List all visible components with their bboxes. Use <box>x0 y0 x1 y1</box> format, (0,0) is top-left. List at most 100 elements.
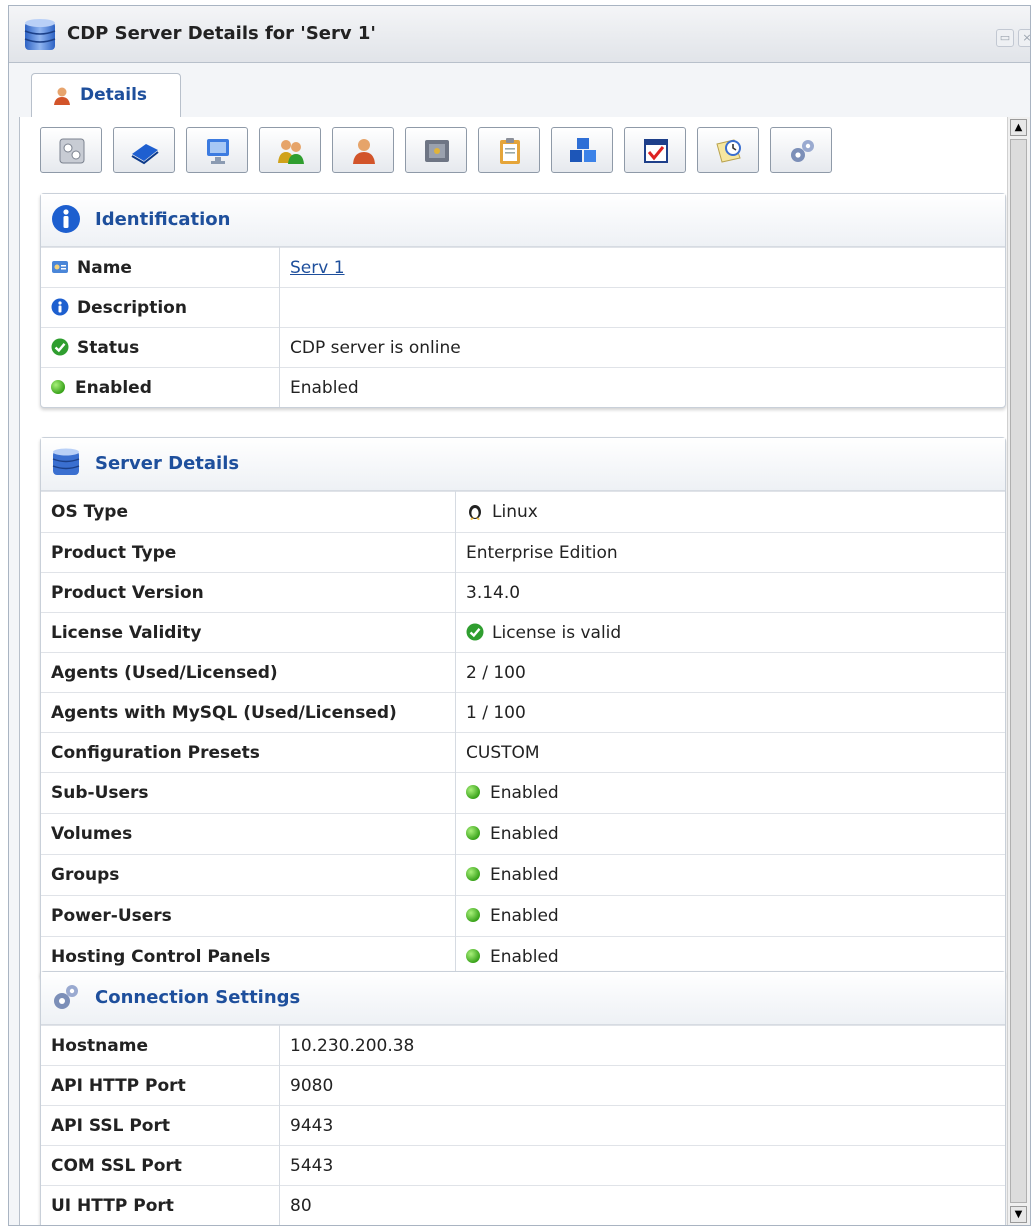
server-detail-value: 2 / 100 <box>455 652 1005 693</box>
monitor-button[interactable] <box>186 127 248 173</box>
server-detail-value: Enabled <box>455 895 1005 937</box>
close-window-button[interactable]: × <box>1018 29 1030 47</box>
table-row: OS Type Linux <box>41 491 1005 533</box>
server-detail-key: Configuration Presets <box>41 732 456 773</box>
identification-panel: Identification Name Serv 1 Description S… <box>40 193 1006 408</box>
connection-settings-header: Connection Settings <box>41 972 1005 1025</box>
scroll-down-button[interactable]: ▼ <box>1010 1206 1027 1223</box>
server-detail-key: License Validity <box>41 612 456 653</box>
server-detail-key: OS Type <box>41 491 456 533</box>
vault-icon <box>425 140 449 162</box>
connection-value: 9080 <box>279 1065 1005 1106</box>
green-dot-icon <box>466 908 480 922</box>
server-detail-value: License is valid <box>455 612 1005 653</box>
table-row: Hostname 10.230.200.38 <box>41 1025 1005 1066</box>
green-dot-icon <box>51 379 65 394</box>
server-detail-value: Linux <box>455 491 1005 533</box>
server-detail-value: Enterprise Edition <box>455 532 1005 573</box>
green-dot-icon <box>466 867 480 881</box>
server-details-table: OS Type Linux Product Type Enterprise Editi… <box>41 491 1005 977</box>
book-button[interactable] <box>113 127 175 173</box>
id-card-icon <box>52 260 68 273</box>
table-row: Volumes Enabled <box>41 813 1005 855</box>
green-dot-icon <box>466 826 480 840</box>
server-details-header: Server Details <box>41 438 1005 491</box>
table-row: Agents (Used/Licensed) 2 / 100 <box>41 652 1005 693</box>
vault-button[interactable] <box>405 127 467 173</box>
green-dot-icon <box>466 785 480 799</box>
window-title: CDP Server Details for 'Serv 1' <box>67 23 376 44</box>
server-name-link[interactable]: Serv 1 <box>290 258 345 278</box>
gears-icon <box>791 140 814 162</box>
blocks-button[interactable] <box>551 127 613 173</box>
table-row: Sub-Users Enabled <box>41 772 1005 814</box>
connection-key: COM SSL Port <box>41 1145 280 1186</box>
name-value: Serv 1 <box>279 247 1005 288</box>
table-row: Status CDP server is online <box>41 327 1005 368</box>
identification-header: Identification <box>41 194 1005 247</box>
users-button[interactable] <box>259 127 321 173</box>
gears-button[interactable] <box>770 127 832 173</box>
server-detail-value: CUSTOM <box>455 732 1005 773</box>
server-detail-value: 1 / 100 <box>455 692 1005 733</box>
server-detail-key: Product Version <box>41 572 456 613</box>
table-row: Power-Users Enabled <box>41 895 1005 937</box>
schedule-icon <box>716 139 741 163</box>
clipboard-button[interactable] <box>478 127 540 173</box>
description-value <box>279 287 1005 328</box>
connection-key: API HTTP Port <box>41 1065 280 1106</box>
server-detail-key: Power-Users <box>41 895 456 937</box>
enabled-value: Enabled <box>279 367 1005 407</box>
details-content: Identification Name Serv 1 Description S… <box>19 117 1010 1225</box>
scroll-up-button[interactable]: ▲ <box>1010 119 1027 136</box>
enabled-key: Enabled <box>41 367 280 407</box>
description-key: Description <box>41 287 280 328</box>
tab-strip: Details <box>19 67 1030 118</box>
connection-key: Hostname <box>41 1025 280 1066</box>
disk-safe-icon <box>59 138 85 164</box>
check-circle-icon <box>51 338 69 355</box>
scroll-thumb[interactable] <box>1010 139 1027 1203</box>
user-button[interactable] <box>332 127 394 173</box>
blocks-icon <box>570 138 596 162</box>
checklist-button[interactable] <box>624 127 686 173</box>
server-detail-value: 3.14.0 <box>455 572 1005 613</box>
server-details-title: Server Details <box>95 453 240 474</box>
connection-value: 5443 <box>279 1145 1005 1186</box>
table-row: Description <box>41 287 1005 328</box>
linux-penguin-icon <box>469 505 481 520</box>
schedule-button[interactable] <box>697 127 759 173</box>
identification-title: Identification <box>95 209 231 230</box>
status-key: Status <box>41 327 280 368</box>
window-titlebar[interactable]: CDP Server Details for 'Serv 1' ▭ × <box>9 6 1030 63</box>
vertical-scrollbar[interactable]: ▲ ▼ <box>1007 117 1030 1225</box>
server-detail-key: Product Type <box>41 532 456 573</box>
disk-safe-button[interactable] <box>40 127 102 173</box>
gears-icon <box>54 985 78 1009</box>
monitor-icon <box>207 139 229 164</box>
server-details-window: CDP Server Details for 'Serv 1' ▭ × Detai… <box>8 5 1031 1226</box>
green-dot-icon <box>466 949 480 963</box>
connection-settings-title: Connection Settings <box>95 987 301 1008</box>
server-detail-key: Agents (Used/Licensed) <box>41 652 456 693</box>
table-row: Agents with MySQL (Used/Licensed) 1 / 100 <box>41 692 1005 733</box>
server-detail-value: Enabled <box>455 772 1005 814</box>
identification-table: Name Serv 1 Description Status CDP serve… <box>41 247 1005 407</box>
connection-key: API SSL Port <box>41 1105 280 1146</box>
table-row: COM SSL Port 5443 <box>41 1145 1005 1186</box>
table-row: Product Version 3.14.0 <box>41 572 1005 613</box>
book-icon <box>131 144 159 165</box>
restore-window-button[interactable]: ▭ <box>996 29 1014 47</box>
check-circle-icon <box>466 623 484 640</box>
connection-value: 9443 <box>279 1105 1005 1146</box>
table-row: Enabled Enabled <box>41 367 1005 407</box>
table-row: API SSL Port 9443 <box>41 1105 1005 1146</box>
user-icon <box>353 139 375 164</box>
server-detail-key: Agents with MySQL (Used/Licensed) <box>41 692 456 733</box>
server-details-panel: Server Details OS Type Linux Product Type E… <box>40 437 1006 978</box>
connection-settings-table: Hostname 10.230.200.38 API HTTP Port 9080 AP… <box>41 1025 1005 1225</box>
server-detail-value: Enabled <box>455 813 1005 855</box>
user-icon <box>54 87 70 105</box>
server-detail-key: Volumes <box>41 813 456 855</box>
tab-details[interactable]: Details <box>31 73 181 117</box>
